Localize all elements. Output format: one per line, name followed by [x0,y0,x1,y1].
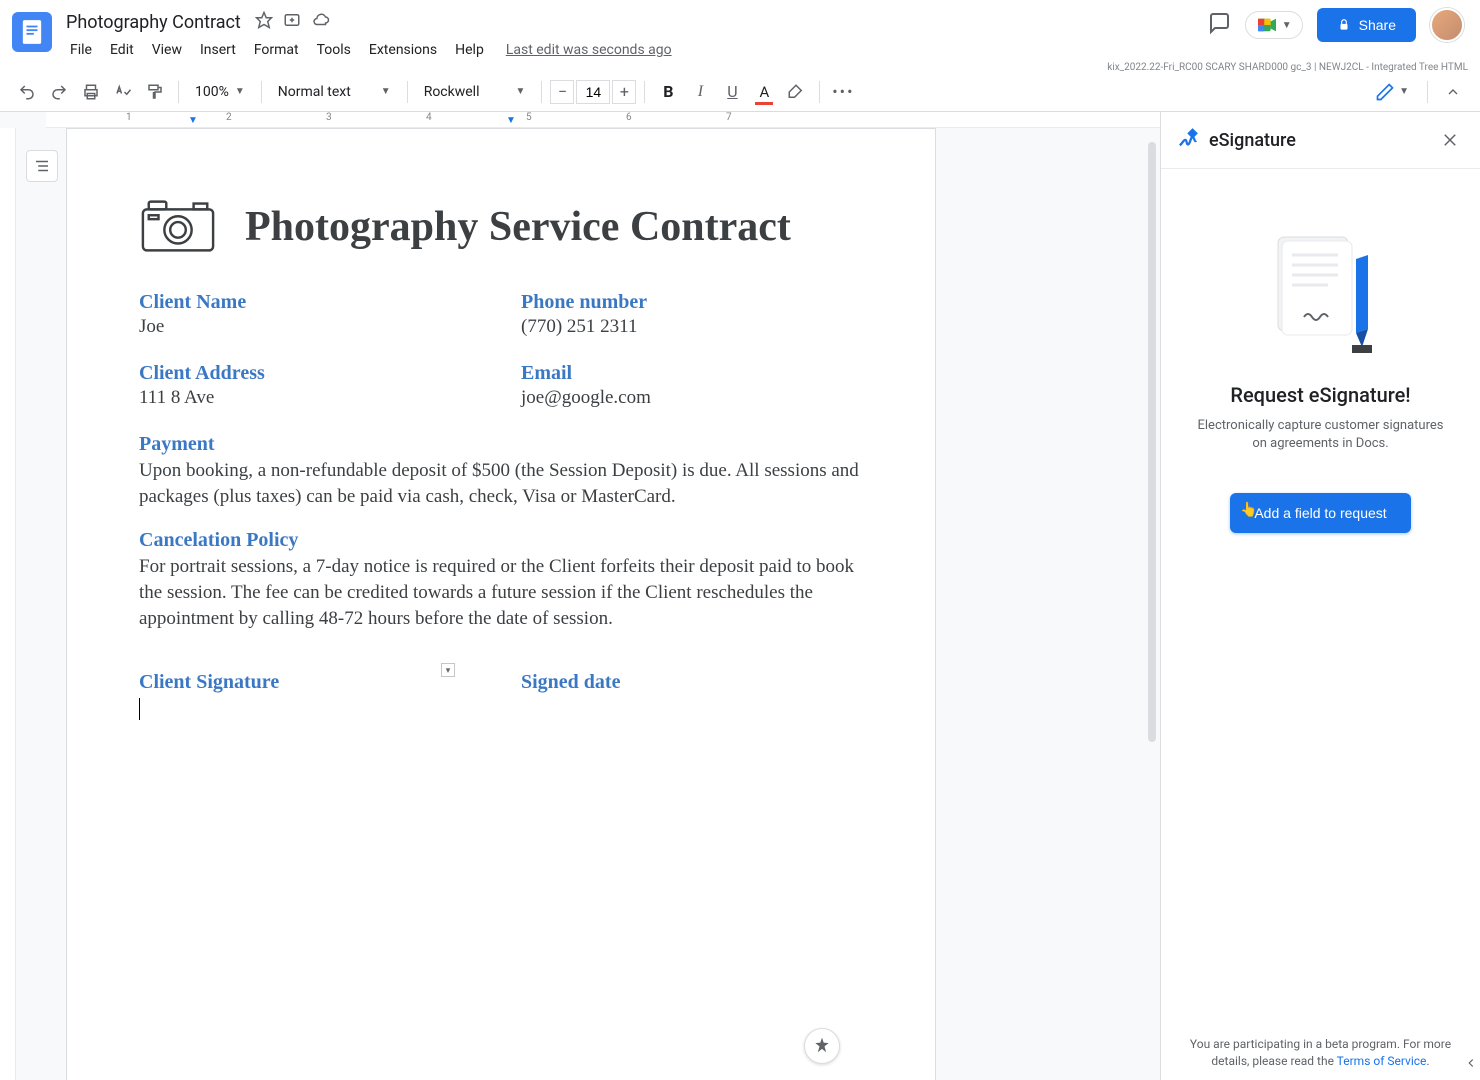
ruler-tick: 2 [226,112,232,123]
ruler-tick: 1 [126,112,132,123]
cancellation-body: For portrait sessions, a 7-day notice is… [139,554,863,631]
increase-font-size[interactable]: + [612,80,636,104]
cloud-status-icon[interactable] [311,11,331,33]
redo-button[interactable] [44,77,74,107]
add-field-label: Add a field to request [1254,505,1386,521]
close-sidepanel-button[interactable] [1436,126,1464,154]
indent-marker[interactable]: ▼ [188,115,198,126]
editor-area[interactable]: 1 2 3 4 5 6 7 ▼ ▼ [0,112,1160,1080]
ruler-tick: 5 [526,112,532,123]
sidepanel-description: Electronically capture customer signatur… [1185,417,1456,453]
address-value: 111 8 Ave [139,387,481,409]
chevron-down-icon: ▼ [235,86,245,97]
phone-label: Phone number [521,291,863,314]
font-select[interactable]: Rockwell ▼ [416,80,534,104]
zoom-value: 100% [195,84,229,100]
zoom-select[interactable]: 100% ▼ [187,80,253,104]
email-label: Email [521,362,863,385]
italic-button[interactable]: I [685,77,715,107]
menu-insert[interactable]: Insert [192,38,244,62]
explore-button[interactable] [804,1028,840,1064]
esignature-sidepanel: eSignature Request [1160,112,1480,1080]
payment-body: Upon booking, a non-refundable deposit o… [139,458,863,509]
ruler-tick: 6 [626,112,632,123]
client-name-label: Client Name [139,291,481,314]
chevron-down-icon: ▼ [381,86,391,97]
font-value: Rockwell [424,84,480,100]
highlight-button[interactable] [781,77,811,107]
vertical-scrollbar[interactable] [1148,132,1158,1070]
signature-label: Client Signature [139,671,481,694]
cancellation-label: Cancelation Policy [139,529,863,552]
esignature-icon [1177,127,1199,153]
chevron-down-icon: ▼ [1282,20,1292,31]
horizontal-ruler[interactable]: 1 2 3 4 5 6 7 ▼ ▼ [46,112,1160,128]
spellcheck-button[interactable] [108,77,138,107]
build-info: kix_2022.22-Fri_RC00 SCARY SHARD000 gc_3… [1107,62,1468,73]
sidepanel-footer: You are participating in a beta program.… [1161,1022,1480,1080]
paragraph-style-select[interactable]: Normal text ▼ [270,80,399,104]
terms-link[interactable]: Terms of Service [1337,1054,1427,1068]
share-button[interactable]: Share [1317,8,1416,42]
sidepanel-heading: Request eSignature! [1230,383,1410,407]
style-value: Normal text [278,84,351,100]
menu-help[interactable]: Help [447,38,492,62]
last-edit-link[interactable]: Last edit was seconds ago [506,42,672,58]
esignature-illustration [1256,229,1386,363]
add-field-button[interactable]: 👆 Add a field to request [1230,493,1410,533]
vertical-ruler[interactable] [0,128,16,1080]
share-button-label: Share [1359,17,1396,33]
chevron-down-icon: ▼ [1399,86,1409,97]
paint-format-button[interactable] [140,77,170,107]
bold-button[interactable]: B [653,77,683,107]
cursor-pointer-icon: 👆 [1240,501,1257,518]
ruler-tick: 3 [326,112,332,123]
text-cursor [139,698,140,720]
star-icon[interactable] [255,11,273,33]
address-label: Client Address [139,362,481,385]
menu-view[interactable]: View [144,38,190,62]
editing-mode-button[interactable]: ▼ [1367,78,1417,106]
underline-button[interactable]: U [717,77,747,107]
expand-chevron-icon[interactable] [1464,1055,1478,1074]
move-icon[interactable] [283,11,301,33]
decrease-font-size[interactable]: − [550,80,574,104]
font-size-input[interactable] [576,80,610,104]
toolbar: 100% ▼ Normal text ▼ Rockwell ▼ − + B I U A… [0,72,1480,112]
phone-value: (770) 251 2311 [521,316,863,338]
menu-file[interactable]: File [62,38,100,62]
menu-extensions[interactable]: Extensions [361,38,445,62]
menu-format[interactable]: Format [246,38,307,62]
email-value: joe@google.com [521,387,863,409]
camera-icon [139,195,217,259]
collapse-toolbar-button[interactable] [1438,77,1468,107]
menu-edit[interactable]: Edit [102,38,142,62]
payment-label: Payment [139,433,863,456]
signed-date-label: Signed date [521,671,863,694]
meet-button[interactable]: ▼ [1245,11,1303,39]
indent-marker[interactable]: ▼ [506,115,516,126]
sidepanel-title: eSignature [1209,130,1296,151]
ruler-tick: 7 [726,112,732,123]
more-tools-button[interactable]: ••• [828,77,858,107]
text-color-button[interactable]: A [749,77,779,107]
comment-history-icon[interactable] [1207,11,1231,39]
print-button[interactable] [76,77,106,107]
outline-toggle-button[interactable] [26,150,58,182]
client-name-value: Joe [139,316,481,338]
document-page[interactable]: Photography Service Contract Client Name… [66,128,936,1080]
ruler-tick: 4 [426,112,432,123]
account-avatar[interactable] [1430,8,1464,42]
document-heading: Photography Service Contract [245,203,791,251]
docs-app-icon[interactable] [12,12,52,52]
document-title[interactable]: Photography Contract [62,10,245,35]
menu-tools[interactable]: Tools [309,38,359,62]
field-dropdown-icon[interactable]: ▾ [441,663,455,677]
chevron-down-icon: ▼ [515,86,525,97]
undo-button[interactable] [12,77,42,107]
